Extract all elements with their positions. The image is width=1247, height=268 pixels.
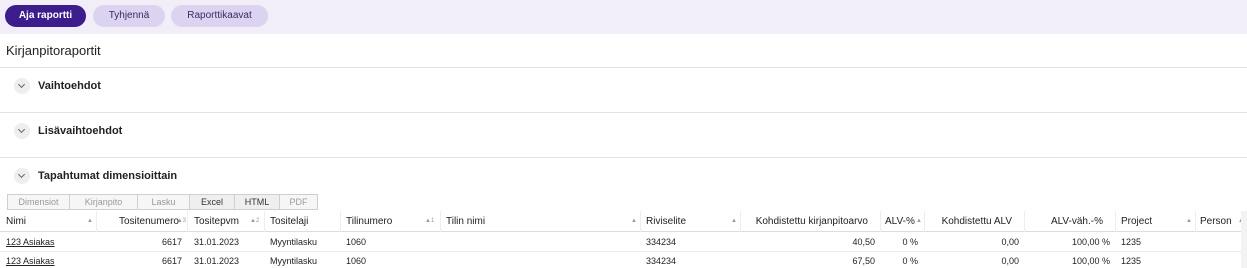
cell-kohdistettu-alv: 0,00 (1001, 237, 1019, 247)
sort-icon: ▲ (916, 218, 922, 224)
export-tab-bar: Dimensiot Kirjanpito Lasku Excel HTML PD… (7, 194, 318, 210)
export-tab-excel[interactable]: Excel (189, 194, 235, 210)
sort-icon: ▲ (1186, 218, 1192, 224)
cell-tilinumero: 1060 (346, 237, 367, 247)
column-header-alv-vah-pct[interactable]: ALV-väh.-% (1025, 211, 1116, 232)
page-title: Kirjanpitoraportit (6, 43, 101, 58)
column-header-kohdistettu-kirjanpitoarvo[interactable]: Kohdistettu kirjanpitoarvo (741, 211, 881, 232)
column-header-person[interactable]: Person▲ (1196, 211, 1247, 232)
divider (0, 157, 1247, 158)
column-header-tilin-nimi[interactable]: Tilin nimi ▲ (441, 211, 641, 232)
toolbar: Aja raportti Tyhjennä Raporttikaavat (0, 0, 1247, 34)
column-header-alv-pct[interactable]: ALV-% ▲ (881, 211, 925, 232)
section-options-toggle[interactable]: Vaihtoehdot (14, 77, 101, 95)
sort-icon: ▲3 (176, 218, 186, 224)
cell-alv-vah-pct: 100,00 % (1071, 237, 1110, 247)
sort-icon: ▲1 (425, 218, 435, 224)
export-tab-lasku[interactable]: Lasku (137, 194, 190, 210)
chevron-down-icon (14, 123, 30, 139)
cell-kirjanpitoarvo: 40,50 (852, 237, 875, 247)
table-row: 123 Asiakas 6617 31.01.2023 Myyntilasku … (0, 252, 1247, 268)
cell-kohdistettu-alv: 0,00 (1001, 256, 1019, 266)
divider (0, 67, 1247, 68)
cell-alv-vah-pct: 100,00 % (1071, 256, 1110, 266)
cell-nimi-link[interactable]: 123 Asiakas (6, 252, 55, 268)
section-dimension-events-toggle[interactable]: Tapahtumat dimensioittain (14, 167, 177, 185)
column-header-nimi[interactable]: Nimi ▲ (0, 211, 97, 232)
table-row: 123 Asiakas 6617 31.01.2023 Myyntilasku … (0, 233, 1247, 252)
cell-tositelaji: Myyntilasku (270, 256, 318, 266)
run-report-button[interactable]: Aja raportti (5, 5, 86, 27)
column-header-tositenumero[interactable]: Tositenumero ▲3 (97, 211, 188, 232)
chevron-down-icon (14, 168, 30, 184)
sort-icon: ▲2 (250, 218, 260, 224)
cell-alv-pct: 0 % (902, 256, 918, 266)
horizontal-scroll-edge[interactable] (1241, 211, 1247, 268)
column-header-tositepvm[interactable]: Tositepvm ▲2 (188, 211, 265, 232)
section-more-options-toggle[interactable]: Lisävaihtoehdot (14, 122, 122, 140)
column-header-riviselite[interactable]: Riviselite ▲ (641, 211, 741, 232)
export-tab-pdf[interactable]: PDF (279, 194, 318, 210)
cell-tositepvm: 31.01.2023 (194, 256, 240, 266)
cell-kirjanpitoarvo: 67,50 (852, 256, 875, 266)
export-tab-kirjanpito[interactable]: Kirjanpito (69, 194, 138, 210)
clear-button[interactable]: Tyhjennä (93, 5, 165, 27)
cell-riviselite: 334234 (646, 237, 677, 247)
column-header-kohdistettu-alv[interactable]: Kohdistettu ALV (925, 211, 1025, 232)
sort-icon: ▲ (87, 218, 93, 224)
cell-project: 1235 (1121, 237, 1142, 247)
cell-tilinumero: 1060 (346, 256, 367, 266)
export-tab-html[interactable]: HTML (234, 194, 280, 210)
cell-riviselite: 334234 (646, 256, 677, 266)
table-header-row: Nimi ▲ Tositenumero ▲3 Tositepvm ▲2 Tositel… (0, 211, 1247, 232)
sort-icon: ▲ (731, 218, 737, 224)
chevron-down-icon (14, 78, 30, 94)
cell-project: 1235 (1121, 256, 1142, 266)
section-dimension-events-label: Tapahtumat dimensioittain (38, 170, 178, 182)
cell-tositenumero: 6617 (161, 237, 182, 247)
sort-icon: ▲ (631, 218, 637, 224)
section-more-options-label: Lisävaihtoehdot (38, 125, 123, 137)
cell-tositenumero: 6617 (161, 256, 182, 266)
section-options-label: Vaihtoehdot (38, 80, 101, 92)
divider (0, 112, 1247, 113)
column-header-tilinumero[interactable]: Tilinumero ▲1 (341, 211, 441, 232)
cell-nimi-link[interactable]: 123 Asiakas (6, 233, 55, 252)
cell-tositepvm: 31.01.2023 (194, 237, 240, 247)
column-header-tositelaji[interactable]: Tositelaji (265, 211, 341, 232)
export-tab-dimensiot[interactable]: Dimensiot (7, 194, 70, 210)
cell-alv-pct: 0 % (902, 237, 918, 247)
report-templates-button[interactable]: Raporttikaavat (171, 5, 268, 27)
column-header-project[interactable]: Project ▲ (1116, 211, 1196, 232)
cell-tositelaji: Myyntilasku (270, 237, 318, 247)
